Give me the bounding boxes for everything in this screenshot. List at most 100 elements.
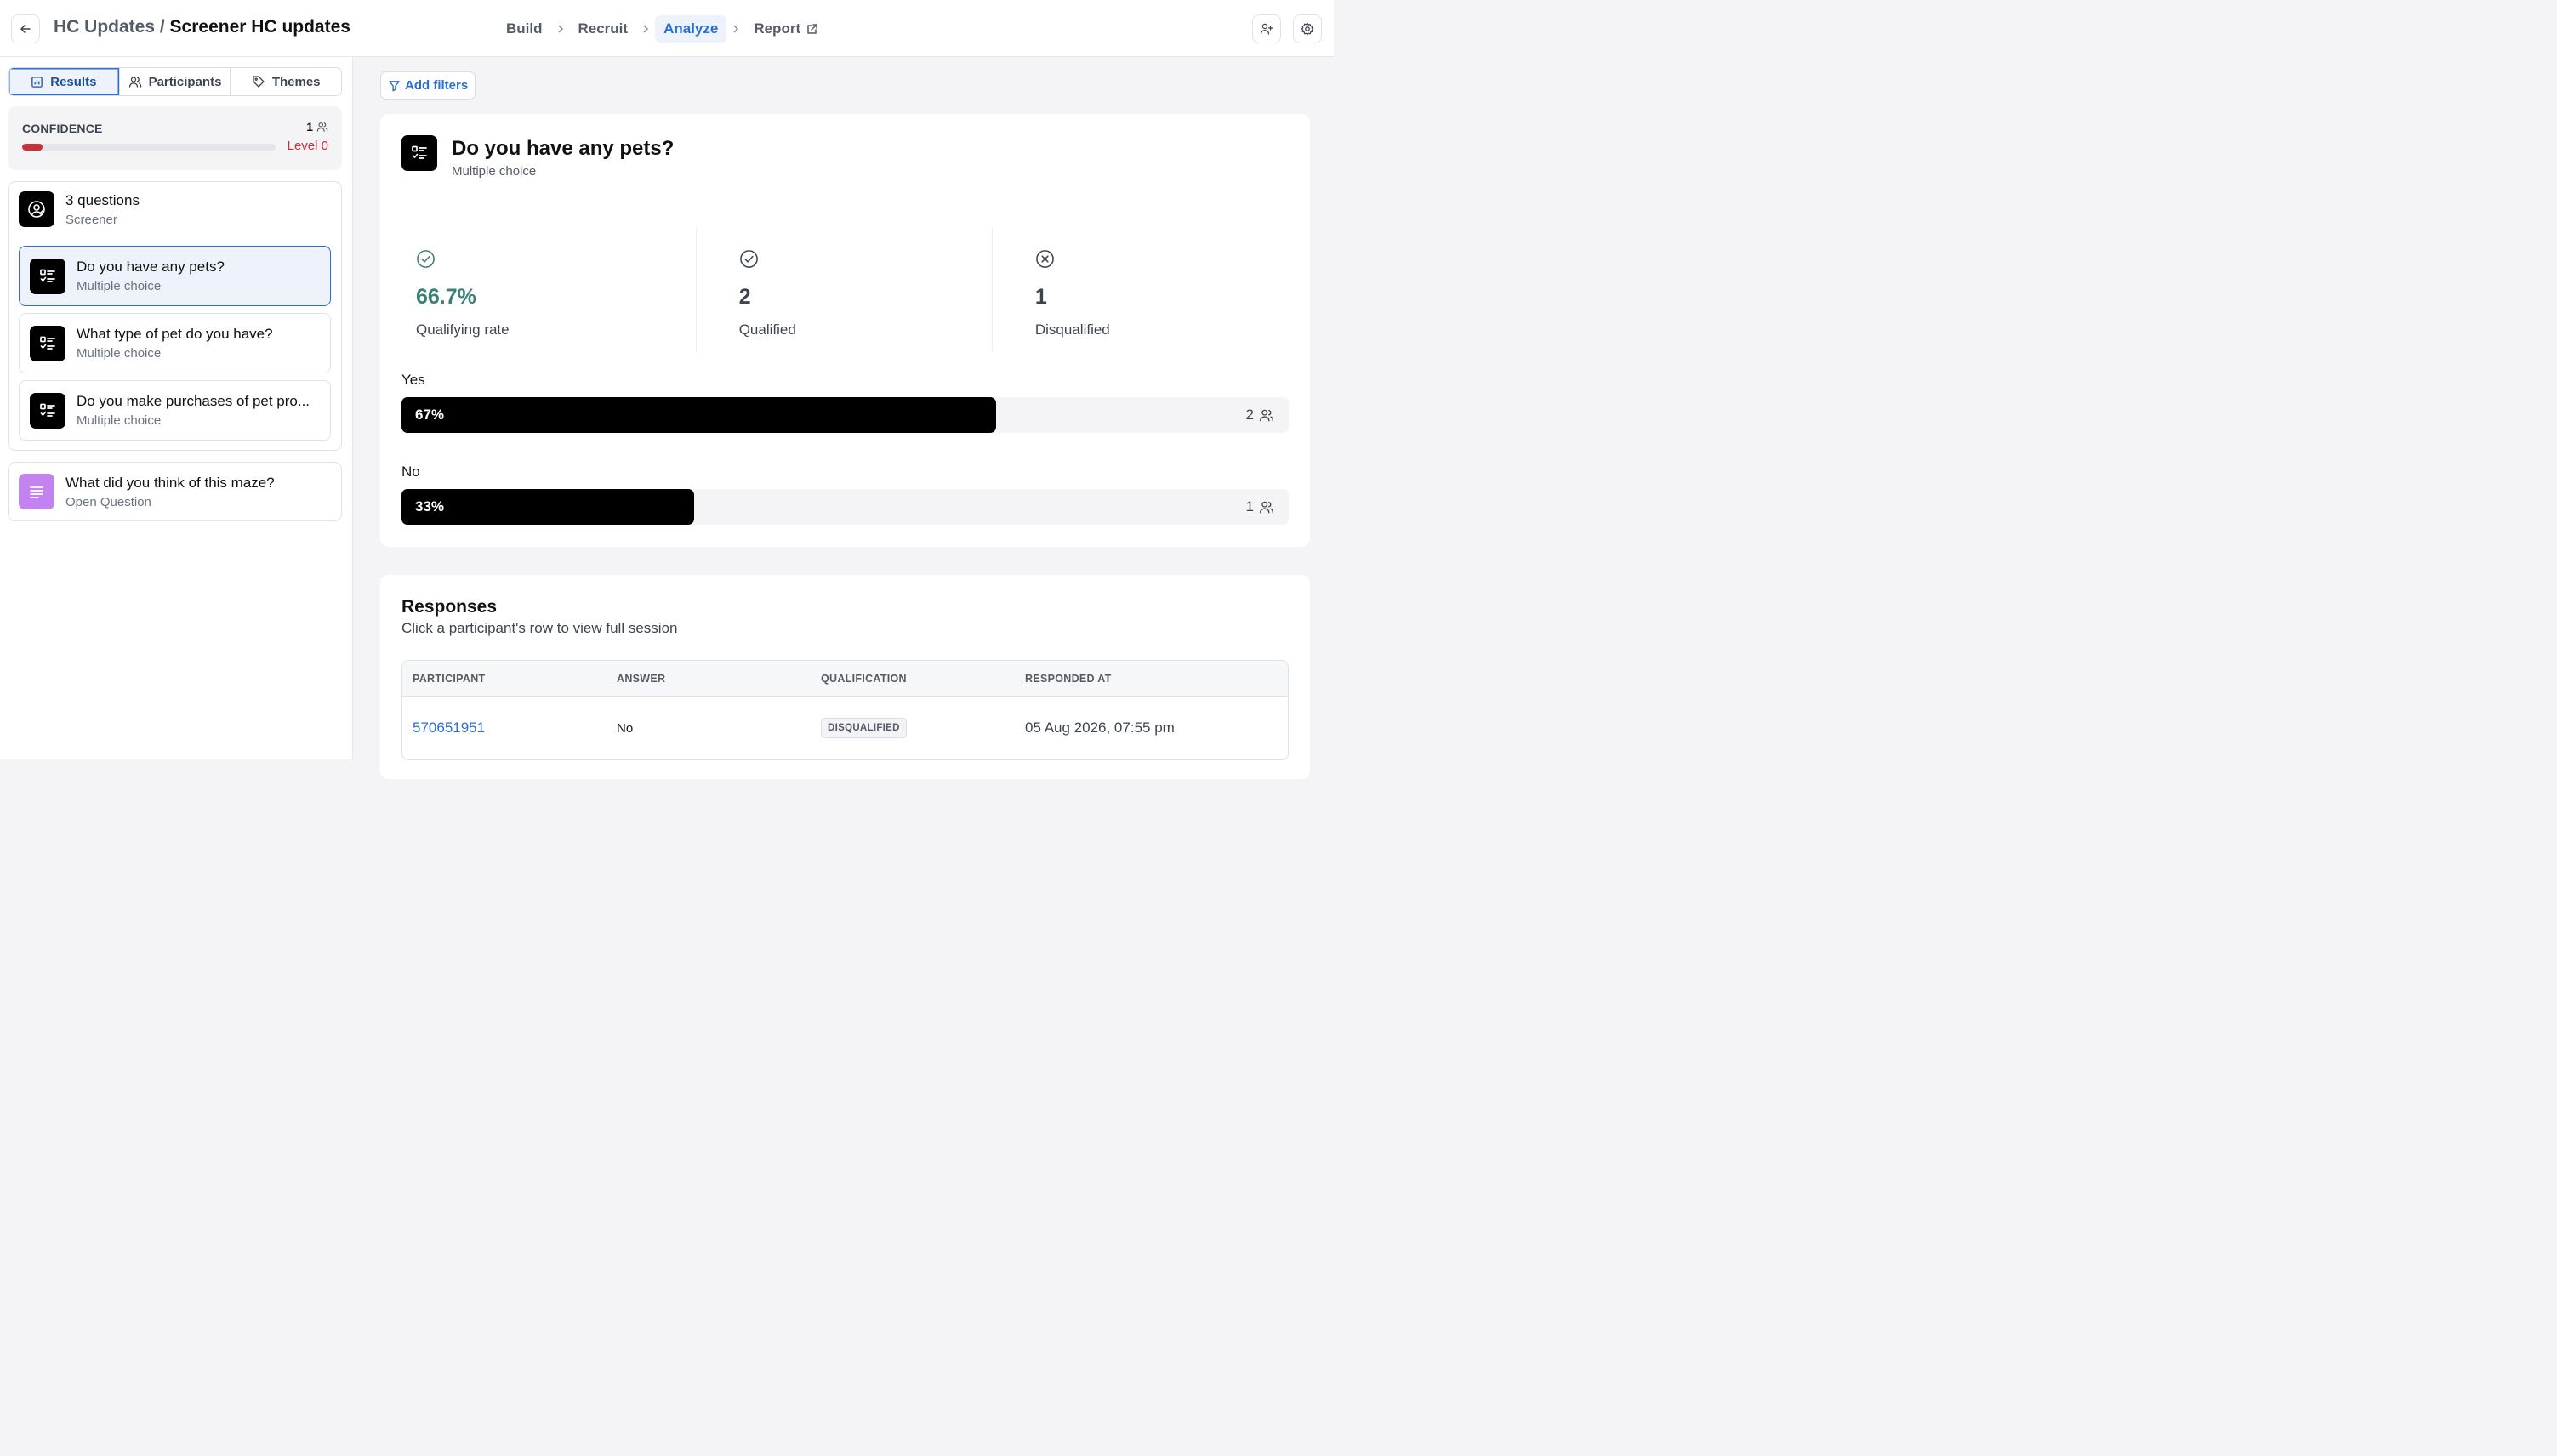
confidence-count: 1 — [306, 120, 328, 134]
users-icon — [316, 122, 328, 132]
option-count: 2 — [1246, 407, 1274, 424]
screener-icon — [19, 191, 54, 227]
back-button[interactable] — [11, 14, 40, 43]
question-type: Multiple choice — [77, 279, 162, 293]
external-link-icon — [807, 23, 817, 34]
checklist-icon — [30, 258, 65, 294]
responded-at-cell: 05 Aug 2026, 07:55 pm — [1025, 719, 1175, 736]
page-title: HC Updates / Screener HC updates — [54, 17, 350, 37]
screener-title: 3 questions — [65, 191, 140, 208]
question-type: Multiple choice — [77, 346, 162, 361]
users-icon — [1260, 501, 1273, 514]
tab-participants-label: Participants — [148, 74, 222, 89]
stat-value: 66.7% — [416, 285, 476, 309]
question-type: Multiple choice — [77, 413, 162, 428]
stat-qualified: 2 Qualified — [697, 228, 993, 352]
question-title: What did you think of this maze? — [65, 474, 275, 491]
option-count: 1 — [1246, 498, 1274, 515]
confidence-progress-bar — [22, 144, 276, 151]
breadcrumb-project[interactable]: HC Updates — [54, 17, 155, 37]
qualification-stats: 66.7% Qualifying rate 2 Qualified 1 Disq… — [401, 228, 1289, 352]
invite-user-button[interactable] — [1252, 14, 1281, 43]
option-label-no: No — [401, 464, 420, 480]
option-percent: 33% — [415, 498, 445, 515]
table-header: PARTICIPANT ANSWER QUALIFICATION RESPOND… — [402, 661, 1288, 697]
question-item-maze[interactable]: What did you think of this maze? Open Qu… — [8, 462, 342, 521]
option-count-value: 1 — [1245, 498, 1254, 515]
chevron-right-icon — [555, 23, 567, 35]
user-plus-icon — [1260, 23, 1273, 35]
question-item-2[interactable]: What type of pet do you have? Multiple c… — [19, 313, 331, 373]
arrow-left-icon — [20, 25, 31, 33]
responses-table: PARTICIPANT ANSWER QUALIFICATION RESPOND… — [401, 660, 1289, 760]
gear-icon — [1301, 22, 1314, 36]
main-content: Add filters Do you have any pets? Multip… — [354, 57, 1334, 779]
settings-button[interactable] — [1293, 14, 1322, 43]
checklist-icon — [30, 325, 65, 361]
tab-results[interactable]: Results — [9, 68, 120, 95]
step-navigation: Build Recruit Analyze Report — [498, 14, 828, 43]
question-type: Open Question — [65, 494, 151, 509]
option-percent: 67% — [415, 407, 445, 423]
screener-group: 3 questions Screener Do you have any pet… — [8, 181, 342, 451]
filter-icon — [389, 81, 400, 92]
question-item-3[interactable]: Do you make purchases of pet pro... Mult… — [19, 380, 331, 441]
checklist-icon — [30, 392, 65, 429]
study-title: Screener HC updates — [169, 17, 350, 37]
breadcrumb-separator: / — [155, 17, 170, 37]
check-circle-icon — [739, 250, 758, 268]
tab-participants[interactable]: Participants — [119, 68, 231, 95]
column-header[interactable]: QUALIFICATION — [811, 673, 1015, 685]
text-lines-icon — [19, 474, 54, 509]
tab-results-label: Results — [50, 74, 97, 89]
column-header[interactable]: ANSWER — [607, 673, 811, 685]
status-badge: DISQUALIFIED — [821, 718, 907, 738]
step-report[interactable]: Report — [745, 15, 828, 43]
option-count-value: 2 — [1245, 407, 1254, 423]
option-bar-fill: 67% — [401, 397, 996, 433]
column-header[interactable]: RESPONDED AT — [1015, 673, 1219, 685]
users-icon — [128, 77, 141, 88]
step-recruit[interactable]: Recruit — [570, 15, 637, 43]
question-item-1[interactable]: Do you have any pets? Multiple choice — [19, 246, 331, 306]
add-filters-label: Add filters — [405, 78, 469, 93]
screener-header[interactable]: 3 questions Screener — [19, 191, 140, 227]
step-analyze-label: Analyze — [663, 20, 719, 37]
column-header[interactable]: PARTICIPANT — [402, 673, 607, 685]
option-bar-fill: 33% — [401, 489, 695, 525]
users-icon — [1260, 409, 1273, 422]
add-filters-button[interactable]: Add filters — [380, 71, 476, 100]
step-recruit-label: Recruit — [578, 20, 629, 37]
tab-themes-label: Themes — [271, 74, 321, 89]
confidence-level: Level 0 — [287, 139, 328, 153]
question-title: Do you make purchases of pet pro... — [77, 393, 310, 409]
stat-value: 2 — [738, 285, 751, 309]
sidebar: Results Participants Themes CONFIDENCE 1… — [0, 57, 353, 759]
step-build-label: Build — [506, 20, 543, 37]
confidence-count-value: 1 — [306, 120, 313, 134]
stat-value: 1 — [1034, 285, 1047, 309]
stat-disqualified: 1 Disqualified — [993, 228, 1289, 352]
chevron-right-icon — [640, 23, 652, 35]
confidence-label: CONFIDENCE — [22, 122, 103, 135]
tab-themes[interactable]: Themes — [231, 68, 341, 95]
stat-label: Qualified — [738, 321, 796, 338]
option-bar-yes[interactable]: 67% 2 — [401, 397, 1289, 433]
question-title: Do you have any pets? — [452, 137, 675, 160]
question-type: Multiple choice — [452, 164, 537, 179]
participant-id-link[interactable]: 570651951 — [402, 719, 607, 737]
checklist-icon — [401, 135, 437, 171]
responses-panel: Responses Click a participant's row to v… — [380, 575, 1310, 779]
step-analyze[interactable]: Analyze — [655, 14, 727, 43]
responses-subtitle: Click a participant's row to view full s… — [401, 620, 678, 636]
confidence-panel: CONFIDENCE 1 Level 0 — [8, 106, 342, 170]
table-row[interactable]: 570651951 No DISQUALIFIED 05 Aug 2026, 0… — [402, 697, 1288, 759]
stat-qualifying-rate: 66.7% Qualifying rate — [401, 228, 697, 352]
sidebar-tabs: Results Participants Themes — [8, 67, 342, 96]
step-build[interactable]: Build — [498, 15, 551, 43]
chevron-right-icon — [730, 23, 742, 35]
question-results-panel: Do you have any pets? Multiple choice 66… — [380, 114, 1310, 547]
option-label-yes: Yes — [401, 372, 425, 388]
option-bar-no[interactable]: 33% 1 — [401, 489, 1289, 525]
top-bar: HC Updates / Screener HC updates Build R… — [0, 0, 1334, 57]
